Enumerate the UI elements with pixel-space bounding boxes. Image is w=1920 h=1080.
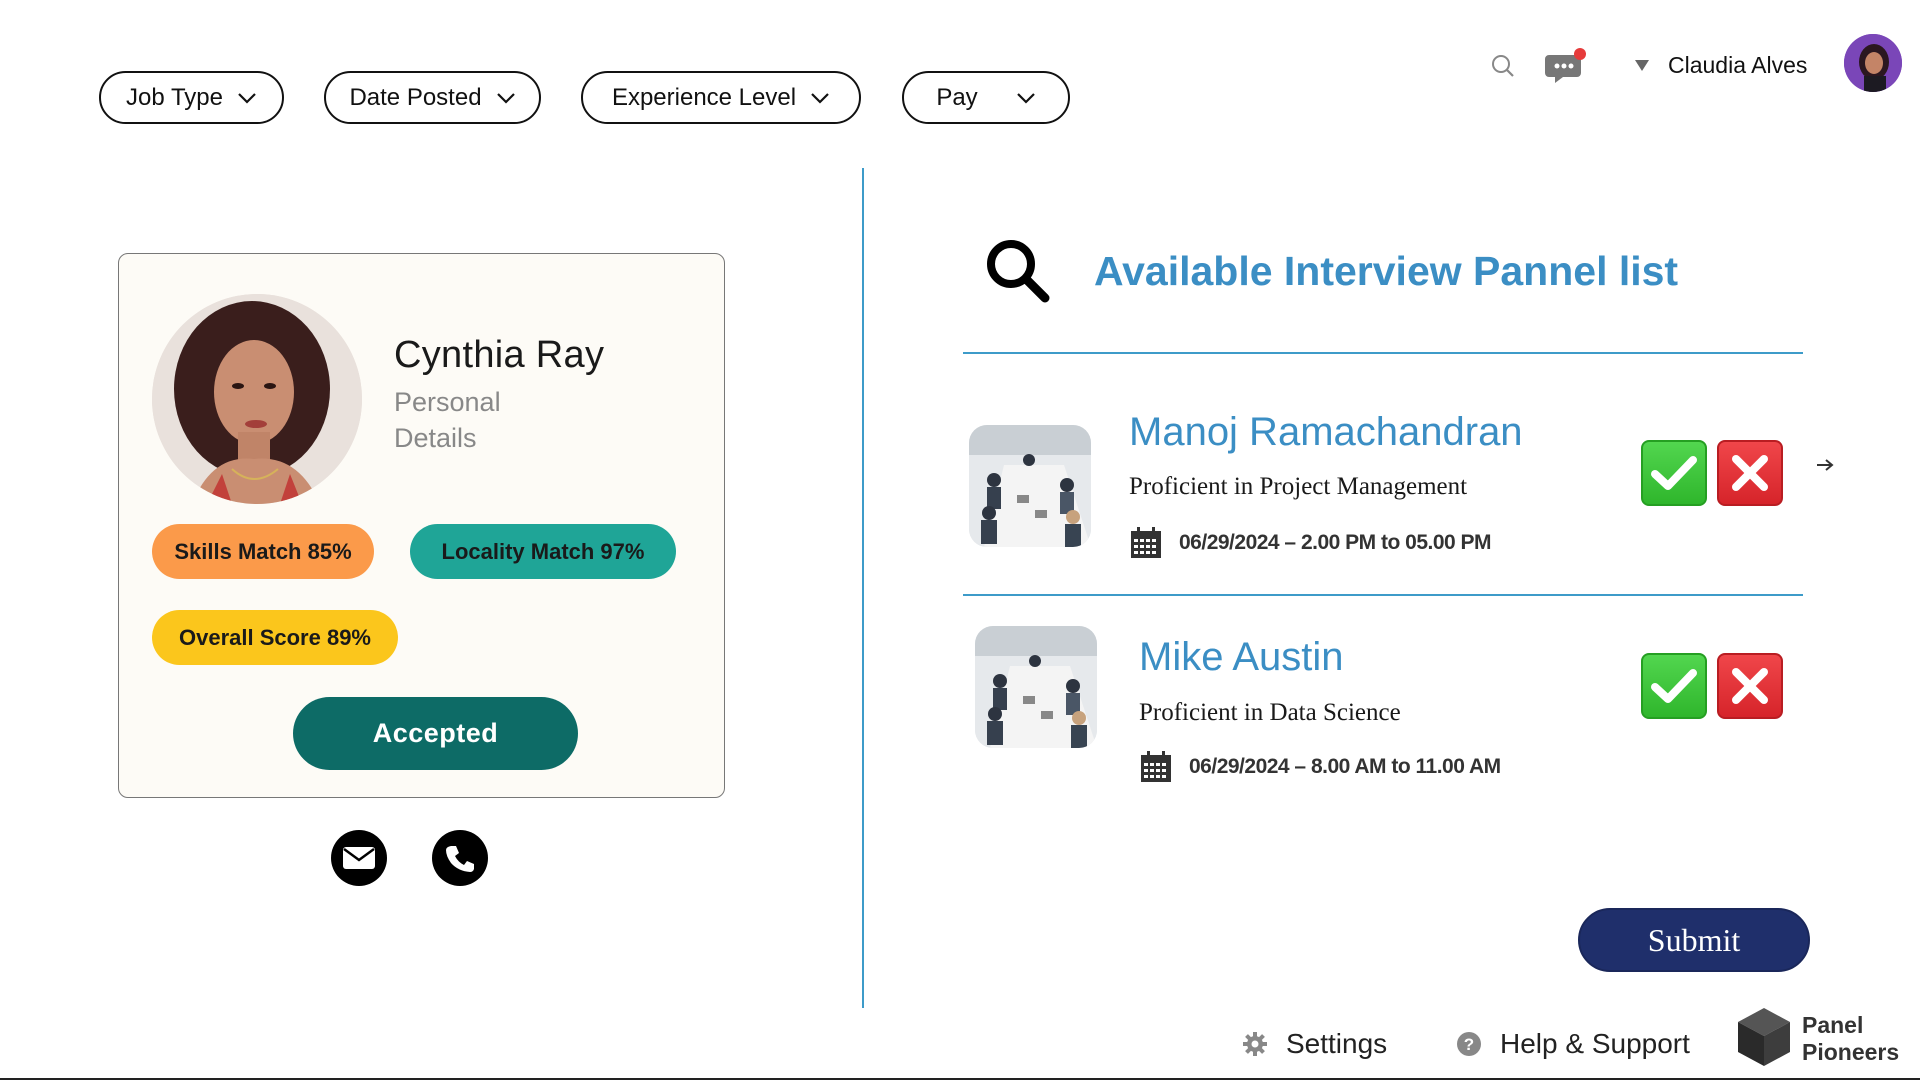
settings-link[interactable]: Settings xyxy=(1242,1028,1387,1060)
filter-label: Pay xyxy=(936,83,978,111)
overall-score-badge: Overall Score 89% xyxy=(152,610,398,665)
vertical-divider xyxy=(862,168,864,1008)
calendar-icon xyxy=(1131,527,1161,558)
panel-member-schedule: 06/29/2024 – 8.00 AM to 11.00 AM xyxy=(1139,750,1501,784)
mail-icon xyxy=(343,847,375,869)
svg-text:?: ? xyxy=(1464,1035,1474,1054)
close-icon xyxy=(1732,668,1768,704)
skills-match-badge: Skills Match 85% xyxy=(152,524,374,579)
candidate-name: Cynthia Ray xyxy=(394,334,605,376)
filter-pay[interactable]: Pay xyxy=(902,71,1070,124)
brand-name: Panel Pioneers xyxy=(1802,1012,1899,1066)
panel-title: Available Interview Pannel list xyxy=(1094,248,1679,294)
checkmark-icon xyxy=(1651,669,1697,703)
gear-icon xyxy=(1243,1032,1267,1056)
chevron-down-icon xyxy=(1016,92,1035,104)
approve-button[interactable] xyxy=(1641,440,1707,506)
divider xyxy=(963,594,1803,596)
settings-label: Settings xyxy=(1286,1028,1388,1059)
chevron-down-icon xyxy=(496,92,515,104)
panel-member-photo xyxy=(975,626,1097,748)
submit-button[interactable]: Submit xyxy=(1578,908,1810,972)
schedule-text: 06/29/2024 – 2.00 PM to 05.00 PM xyxy=(1179,531,1492,554)
meeting-room-image xyxy=(975,626,1097,748)
user-avatar-image xyxy=(1844,34,1902,92)
email-button[interactable] xyxy=(331,830,387,886)
filter-label: Date Posted xyxy=(349,83,482,111)
chevron-down-icon xyxy=(238,92,256,104)
divider xyxy=(963,352,1803,354)
help-support-link[interactable]: ? Help & Support xyxy=(1456,1028,1690,1060)
reject-button[interactable] xyxy=(1717,440,1783,506)
arrow-right-icon[interactable] xyxy=(1815,457,1835,473)
help-label: Help & Support xyxy=(1500,1028,1690,1059)
panel-member-skill: Proficient in Data Science xyxy=(1139,699,1401,726)
approve-button[interactable] xyxy=(1641,653,1707,719)
phone-icon xyxy=(446,846,474,872)
filter-job-type[interactable]: Job Type xyxy=(99,71,284,124)
call-button[interactable] xyxy=(432,830,488,886)
cube-logo-icon xyxy=(1738,1008,1790,1066)
help-icon: ? xyxy=(1457,1032,1481,1056)
schedule-text: 06/29/2024 – 8.00 AM to 11.00 AM xyxy=(1189,755,1501,778)
panel-member-schedule: 06/29/2024 – 2.00 PM to 05.00 PM xyxy=(1129,526,1492,560)
accepted-button[interactable]: Accepted xyxy=(293,697,578,770)
candidate-photo xyxy=(152,294,362,504)
filter-date-posted[interactable]: Date Posted xyxy=(324,71,541,124)
calendar-icon xyxy=(1141,751,1171,782)
candidate-subtitle[interactable]: Personal Details xyxy=(394,384,544,456)
candidate-card: Cynthia Ray Personal Details Skills Matc… xyxy=(118,253,725,798)
reject-button[interactable] xyxy=(1717,653,1783,719)
meeting-room-image xyxy=(969,425,1091,547)
checkmark-icon xyxy=(1651,456,1697,490)
panel-member-skill: Proficient in Project Management xyxy=(1129,473,1468,500)
avatar[interactable] xyxy=(1844,34,1902,92)
filter-experience-level[interactable]: Experience Level xyxy=(581,71,861,124)
dropdown-caret-icon[interactable] xyxy=(1634,58,1650,72)
panel-member-photo xyxy=(969,425,1091,547)
brand-line-1: Panel xyxy=(1802,1012,1864,1038)
chevron-down-icon xyxy=(811,92,829,104)
locality-match-badge: Locality Match 97% xyxy=(410,524,676,579)
panel-member-name[interactable]: Manoj Ramachandran xyxy=(1129,410,1523,455)
search-icon xyxy=(987,240,1050,303)
candidate-portrait-image xyxy=(152,294,362,504)
brand-line-2: Pioneers xyxy=(1802,1039,1900,1065)
search-icon[interactable] xyxy=(1490,53,1516,79)
filter-label: Job Type xyxy=(126,83,223,111)
user-name[interactable]: Claudia Alves xyxy=(1668,52,1807,79)
chat-notification-icon[interactable] xyxy=(1545,47,1587,85)
panel-member-name[interactable]: Mike Austin xyxy=(1139,635,1344,680)
close-icon xyxy=(1732,455,1768,491)
filter-label: Experience Level xyxy=(611,83,797,111)
